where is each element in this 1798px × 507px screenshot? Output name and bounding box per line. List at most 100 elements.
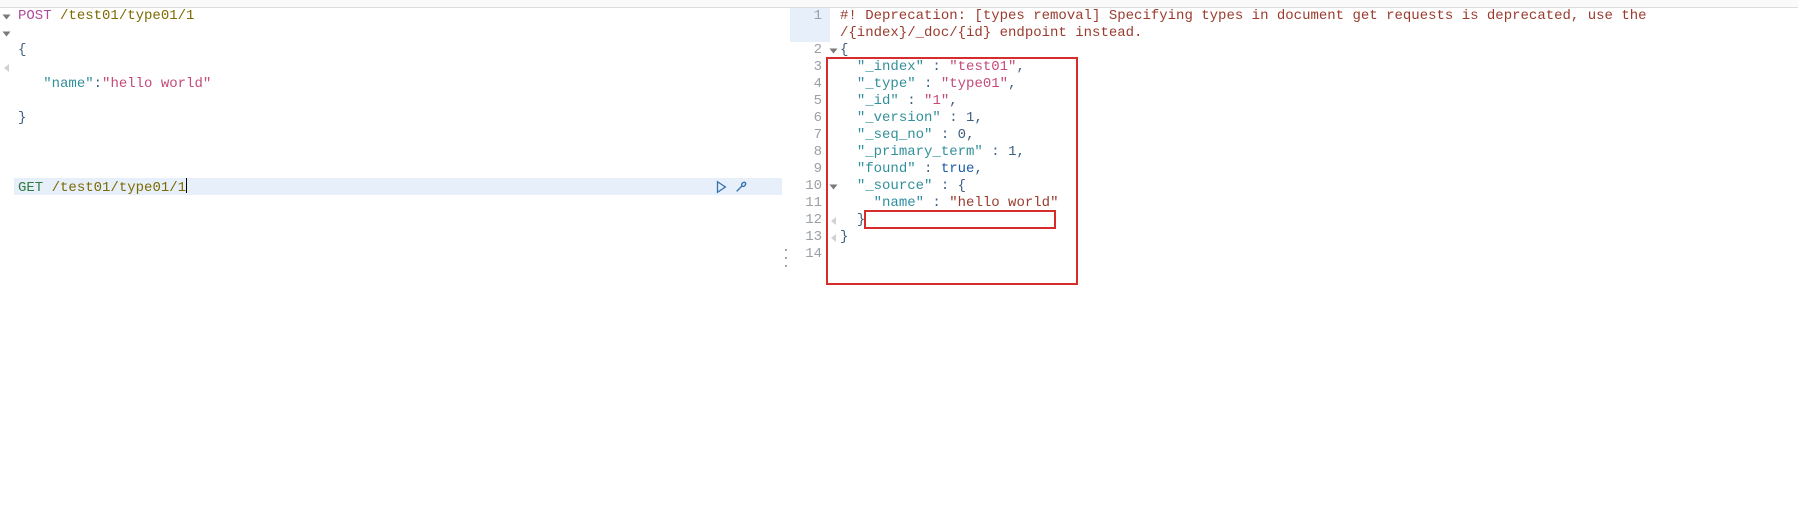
token-pun: :	[916, 76, 941, 92]
line-number-text: 5	[790, 93, 830, 110]
response-viewer[interactable]: 1234567891011121314 #! Deprecation: [typ…	[790, 8, 1798, 507]
line-number-text: 1	[790, 8, 830, 25]
chevron-down-icon	[829, 184, 837, 189]
line-number: 13	[790, 229, 830, 246]
line-number-text: 12	[790, 212, 830, 229]
line-number-text: 9	[790, 161, 830, 178]
wrench-icon[interactable]	[734, 180, 748, 194]
chevron-left-icon	[831, 217, 836, 225]
left-gutter	[0, 8, 14, 507]
request-editor[interactable]: POST /test01/type01/1 { "name":"hello wor…	[0, 8, 782, 507]
line-number: 2	[790, 42, 830, 59]
line-number: 1	[790, 8, 830, 42]
token-pun: :	[941, 110, 966, 126]
token-pun: :	[924, 195, 949, 211]
response-line: "_primary_term" : 1,	[840, 144, 1798, 161]
response-line: "_type" : "type01",	[840, 76, 1798, 93]
fold-toggle[interactable]	[826, 229, 840, 246]
editor-line[interactable]: POST /test01/type01/1	[14, 8, 782, 25]
token-pun: }	[857, 212, 865, 228]
token-pun: ,	[966, 127, 974, 143]
splitter-grip-icon	[783, 249, 789, 267]
editor-line[interactable]	[14, 144, 782, 161]
line-number-text: 7	[790, 127, 830, 144]
token-boo: true	[941, 161, 975, 177]
token-pun: :	[932, 127, 957, 143]
editor-line[interactable]: "name":"hello world"	[14, 76, 782, 93]
response-line: "_source" : {	[840, 178, 1798, 195]
fold-open-icon[interactable]	[3, 32, 11, 37]
fold-open-icon[interactable]	[3, 15, 11, 20]
token-pun: :	[983, 144, 1008, 160]
right-gutter: 1234567891011121314	[790, 8, 830, 507]
line-number-text: 13	[790, 229, 830, 246]
token-key: "found"	[857, 161, 916, 177]
token-pun: ,	[1008, 76, 1016, 92]
pane-splitter[interactable]	[782, 8, 790, 507]
line-actions	[714, 178, 748, 195]
line-number: 11	[790, 195, 830, 212]
token-key: "_index"	[857, 59, 924, 75]
colon: :	[94, 76, 102, 92]
editor-line[interactable]: {	[14, 42, 782, 59]
line-number-text: 2	[790, 42, 830, 59]
fold-toggle[interactable]	[826, 178, 840, 195]
line-number: 9	[790, 161, 830, 178]
response-line: {	[840, 42, 1798, 59]
token-key: "_source"	[857, 178, 933, 194]
fold-close-icon[interactable]	[4, 64, 9, 72]
token-pun: :	[932, 178, 957, 194]
token-pun: :	[916, 161, 941, 177]
line-number: 5	[790, 93, 830, 110]
line-number: 8	[790, 144, 830, 161]
token-key: "_id"	[857, 93, 899, 109]
line-number-text: 3	[790, 59, 830, 76]
token-pun: ,	[1016, 144, 1024, 160]
json-string: "hello world"	[102, 76, 211, 92]
text-cursor	[186, 178, 187, 193]
chevron-down-icon	[829, 48, 837, 53]
request-path: /test01/type01/1	[52, 180, 186, 196]
brace: {	[18, 42, 26, 58]
token-str: "test01"	[949, 59, 1016, 75]
response-line: "found" : true,	[840, 161, 1798, 178]
line-number-text: 11	[790, 195, 830, 212]
http-method: POST	[18, 8, 52, 24]
brace: }	[18, 110, 26, 126]
line-number: 3	[790, 59, 830, 76]
editor-line[interactable]: }	[14, 110, 782, 127]
token-key: "_version"	[857, 110, 941, 126]
token-str: "1"	[924, 93, 949, 109]
token-pun: {	[958, 178, 966, 194]
response-line: "_version" : 1,	[840, 110, 1798, 127]
token-pun: ,	[1016, 59, 1024, 75]
line-number-text: 14	[790, 246, 830, 263]
token-key2: "name"	[874, 195, 924, 211]
line-number: 6	[790, 110, 830, 127]
token-str2: "hello world"	[949, 195, 1058, 211]
line-number-text: 8	[790, 144, 830, 161]
left-code[interactable]: POST /test01/type01/1 { "name":"hello wor…	[14, 8, 782, 507]
token-pun: ,	[974, 110, 982, 126]
line-number: 12	[790, 212, 830, 229]
right-code: #! Deprecation: [types removal] Specifyi…	[840, 8, 1798, 507]
token-key: "_seq_no"	[857, 127, 933, 143]
response-line: }	[840, 212, 1798, 229]
fold-toggle[interactable]	[826, 212, 840, 229]
token-pun: ,	[949, 93, 957, 109]
deprecation-warning: #! Deprecation: [types removal] Specifyi…	[840, 8, 1798, 42]
response-line: "_id" : "1",	[840, 93, 1798, 110]
token-num: 0	[958, 127, 966, 143]
request-path: /test01/type01/1	[60, 8, 194, 24]
editor-line[interactable]: GET /test01/type01/1	[14, 178, 782, 195]
token-pun: {	[840, 42, 848, 58]
top-chrome	[0, 0, 1798, 8]
token-str: "type01"	[941, 76, 1008, 92]
fold-toggle[interactable]	[826, 42, 840, 59]
response-line	[840, 246, 1798, 263]
run-icon[interactable]	[714, 180, 728, 194]
json-key: "name"	[43, 76, 93, 92]
line-number-text: 6	[790, 110, 830, 127]
line-number-text: 10	[790, 178, 830, 195]
token-key: "_primary_term"	[857, 144, 983, 160]
